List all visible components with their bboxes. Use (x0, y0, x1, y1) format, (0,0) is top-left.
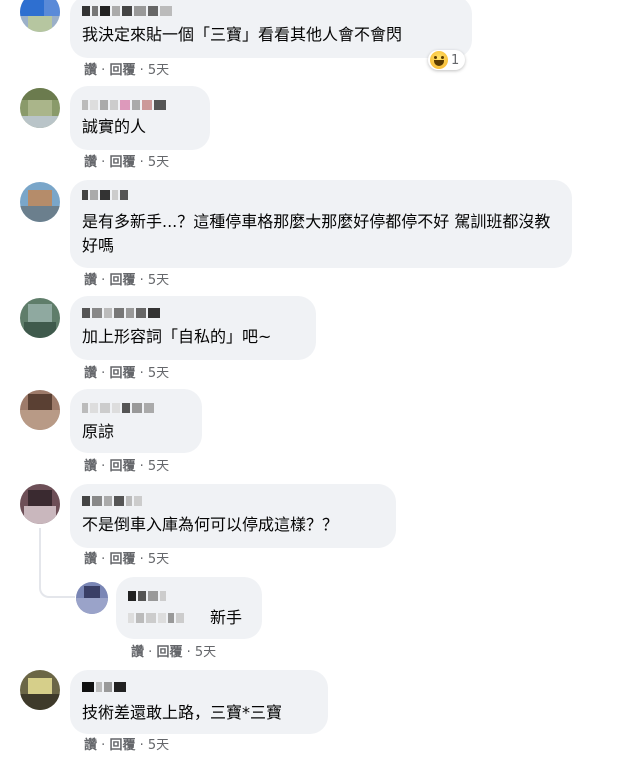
comment-actions: 讚 · 回覆 · 5天 (84, 738, 170, 753)
timestamp[interactable]: 5天 (195, 645, 216, 660)
reaction-count: 1 (451, 52, 460, 68)
comment-bubble: 技術差還敢上路，三寶*三寶 (70, 670, 328, 734)
commenter-name[interactable] (82, 190, 128, 200)
reply-link[interactable]: 回覆 (109, 738, 135, 753)
comment-actions: 讚 · 回覆 · 5天 (84, 63, 170, 78)
comment-text: 我決定來貼一個「三寶」看看其他人會不會閃 (82, 25, 403, 44)
comment-actions: 讚 · 回覆 · 5天 (84, 552, 170, 567)
comment-text: 原諒 (82, 422, 115, 441)
comment-bubble: 加上形容詞「自私的」吧~ (70, 296, 316, 360)
commenter-avatar[interactable] (20, 0, 60, 32)
timestamp[interactable]: 5天 (148, 155, 169, 170)
replier-name[interactable] (128, 591, 166, 601)
timestamp[interactable]: 5天 (148, 63, 169, 78)
commenter-avatar[interactable] (20, 182, 60, 222)
commenter-avatar[interactable] (20, 88, 60, 128)
like-link[interactable]: 讚 (84, 552, 97, 567)
like-link[interactable]: 讚 (84, 155, 97, 170)
comment-actions: 讚 · 回覆 · 5天 (84, 155, 170, 170)
comment-actions: 讚 · 回覆 · 5天 (84, 459, 170, 474)
reply-link[interactable]: 回覆 (156, 645, 182, 660)
comment-bubble: 我決定來貼一個「三寶」看看其他人會不會閃 (70, 0, 472, 58)
reply-link[interactable]: 回覆 (109, 459, 135, 474)
reply-link[interactable]: 回覆 (109, 155, 135, 170)
thread-connector (39, 566, 75, 598)
timestamp[interactable]: 5天 (148, 459, 169, 474)
reply-bubble: 新手 (116, 577, 262, 639)
like-link[interactable]: 讚 (84, 63, 97, 78)
timestamp[interactable]: 5天 (148, 366, 169, 381)
reply-link[interactable]: 回覆 (109, 63, 135, 78)
haha-emoji-icon (430, 51, 448, 69)
comment-bubble: 原諒 (70, 389, 202, 453)
commenter-name[interactable] (82, 6, 172, 16)
timestamp[interactable]: 5天 (148, 552, 169, 567)
comment-text: 技術差還敢上路，三寶*三寶 (82, 703, 283, 722)
reply-link[interactable]: 回覆 (109, 366, 135, 381)
comment-text: 誠實的人 (82, 117, 147, 136)
comment-actions: 讚 · 回覆 · 5天 (84, 273, 170, 288)
like-link[interactable]: 讚 (84, 273, 97, 288)
commenter-avatar[interactable] (20, 298, 60, 338)
commenter-name[interactable] (82, 496, 142, 506)
like-link[interactable]: 讚 (84, 366, 97, 381)
commenter-name[interactable] (82, 308, 160, 318)
comment-bubble: 不是倒車入庫為何可以停成這樣？？ (70, 484, 396, 548)
like-link[interactable]: 讚 (84, 738, 97, 753)
replier-avatar[interactable] (76, 582, 108, 614)
commenter-name[interactable] (82, 682, 126, 692)
reply-link[interactable]: 回覆 (109, 273, 135, 288)
comment-text: 加上形容詞「自私的」吧~ (82, 327, 272, 346)
comment-bubble: 誠實的人 (70, 86, 210, 150)
like-link[interactable]: 讚 (84, 459, 97, 474)
commenter-avatar[interactable] (20, 390, 60, 430)
commenter-avatar[interactable] (20, 670, 60, 710)
reply-actions: 讚 · 回覆 · 5天 (131, 645, 217, 660)
commenter-name[interactable] (82, 403, 154, 413)
comment-text: 不是倒車入庫為何可以停成這樣？？ (82, 515, 339, 534)
comment-text: 是有多新手...？這種停車格那麼大那麼好停都停不好 駕訓班都沒教好嗎 (82, 212, 551, 255)
comment-actions: 讚 · 回覆 · 5天 (84, 366, 170, 381)
timestamp[interactable]: 5天 (148, 273, 169, 288)
thread-line (39, 528, 41, 568)
reply-link[interactable]: 回覆 (109, 552, 135, 567)
mention-tag[interactable] (128, 613, 184, 623)
like-link[interactable]: 讚 (131, 645, 144, 660)
timestamp[interactable]: 5天 (148, 738, 169, 753)
reaction-badge[interactable]: 1 (428, 50, 466, 70)
comment-bubble: 是有多新手...？這種停車格那麼大那麼好停都停不好 駕訓班都沒教好嗎 (70, 180, 572, 268)
reply-text: 新手 (210, 608, 243, 627)
commenter-avatar[interactable] (20, 484, 60, 524)
commenter-name[interactable] (82, 100, 166, 110)
